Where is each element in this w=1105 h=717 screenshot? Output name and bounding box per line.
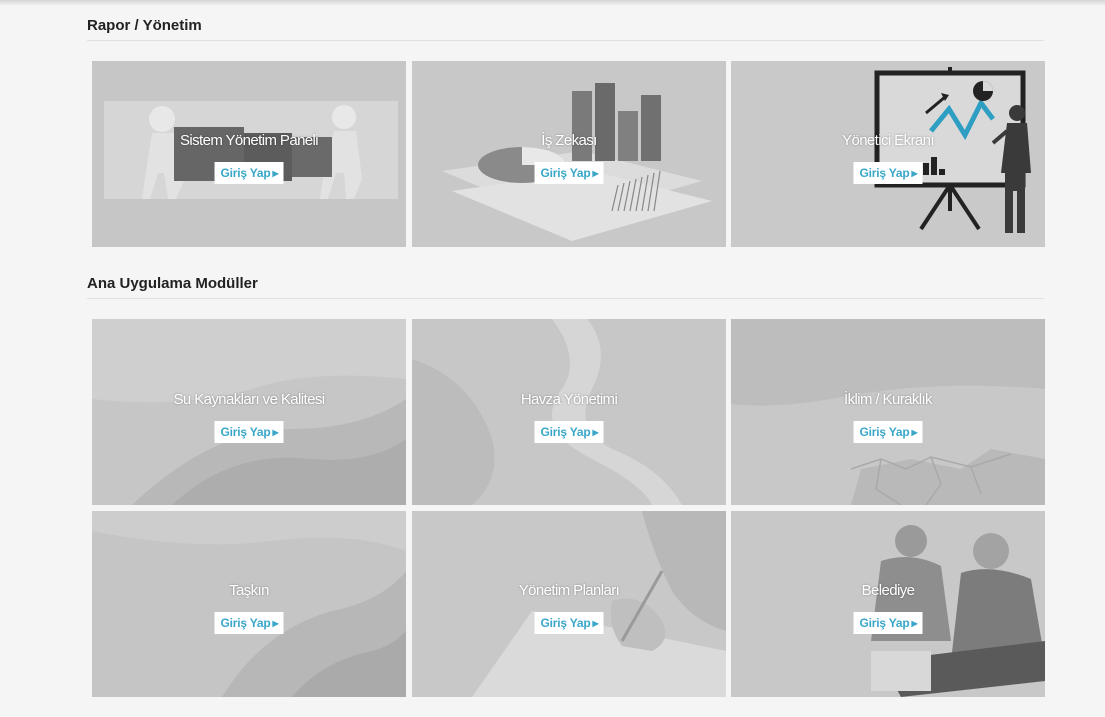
tile-title: Yönetim Planları <box>518 582 620 599</box>
tile-su-kaynaklari-ve-kalitesi[interactable]: Su Kaynakları ve Kalitesi Giriş Yap ▶ <box>92 319 406 505</box>
tile-belediye[interactable]: Belediye Giriş Yap ▶ <box>731 511 1045 697</box>
section-title-rapor-yonetim: Rapor / Yönetim <box>87 17 1044 41</box>
river-basin-image <box>412 319 726 505</box>
business-charts-illustration <box>412 61 726 247</box>
login-button-taskin[interactable]: Giriş Yap ▶ <box>214 612 284 634</box>
tile-title: Yönetici Ekranı <box>842 132 934 149</box>
tile-title: Su Kaynakları ve Kalitesi <box>173 391 326 408</box>
login-button-sistem-yonetim-paneli[interactable]: Giriş Yap ▶ <box>214 162 284 184</box>
login-button-su-kaynaklari[interactable]: Giriş Yap ▶ <box>214 421 284 443</box>
presentation-board-illustration <box>731 61 1045 247</box>
caret-right-icon: ▶ <box>911 619 918 628</box>
caret-right-icon: ▶ <box>272 428 279 437</box>
top-shadow <box>0 0 1105 6</box>
login-button-yonetim-planlari[interactable]: Giriş Yap ▶ <box>534 612 604 634</box>
login-button-yonetici-ekrani[interactable]: Giriş Yap ▶ <box>853 162 923 184</box>
tile-sistem-yonetim-paneli[interactable]: Sistem Yönetim Paneli Giriş Yap ▶ <box>92 61 406 247</box>
tile-iklim-kuraklik[interactable]: İklim / Kuraklık Giriş Yap ▶ <box>731 319 1045 505</box>
writing-hand-image <box>412 511 726 697</box>
tile-title: Taşkın <box>229 582 269 599</box>
caret-right-icon: ▶ <box>592 619 599 628</box>
login-button-iklim-kuraklik[interactable]: Giriş Yap ▶ <box>853 421 923 443</box>
section-title-ana-uygulama-moduller: Ana Uygulama Modüller <box>87 275 1044 299</box>
caret-right-icon: ▶ <box>592 428 599 437</box>
tile-title: Sistem Yönetim Paneli <box>179 132 319 149</box>
tile-is-zekasi[interactable]: İş Zekası Giriş Yap ▶ <box>412 61 726 247</box>
login-button-belediye[interactable]: Giriş Yap ▶ <box>853 612 923 634</box>
login-button-is-zekasi[interactable]: Giriş Yap ▶ <box>534 162 604 184</box>
caret-right-icon: ▶ <box>272 619 279 628</box>
tile-title: İş Zekası <box>541 132 597 149</box>
tile-yonetici-ekrani[interactable]: Yönetici Ekranı Giriş Yap ▶ <box>731 61 1045 247</box>
tile-taskin[interactable]: Taşkın Giriş Yap ▶ <box>92 511 406 697</box>
login-button-havza-yonetimi[interactable]: Giriş Yap ▶ <box>534 421 604 443</box>
coastline-landscape-image <box>92 319 406 505</box>
tile-yonetim-planlari[interactable]: Yönetim Planları Giriş Yap ▶ <box>412 511 726 697</box>
caret-right-icon: ▶ <box>911 169 918 178</box>
puzzle-people-illustration <box>92 61 406 247</box>
tile-title: Belediye <box>861 582 915 599</box>
tile-title: İklim / Kuraklık <box>844 391 933 408</box>
tile-havza-yonetimi[interactable]: Havza Yönetimi Giriş Yap ▶ <box>412 319 726 505</box>
tile-title: Havza Yönetimi <box>520 391 618 408</box>
business-meeting-image <box>731 511 1045 697</box>
caret-right-icon: ▶ <box>592 169 599 178</box>
caret-right-icon: ▶ <box>272 169 279 178</box>
flooded-coast-image <box>92 511 406 697</box>
cracked-earth-image <box>731 319 1045 505</box>
caret-right-icon: ▶ <box>911 428 918 437</box>
